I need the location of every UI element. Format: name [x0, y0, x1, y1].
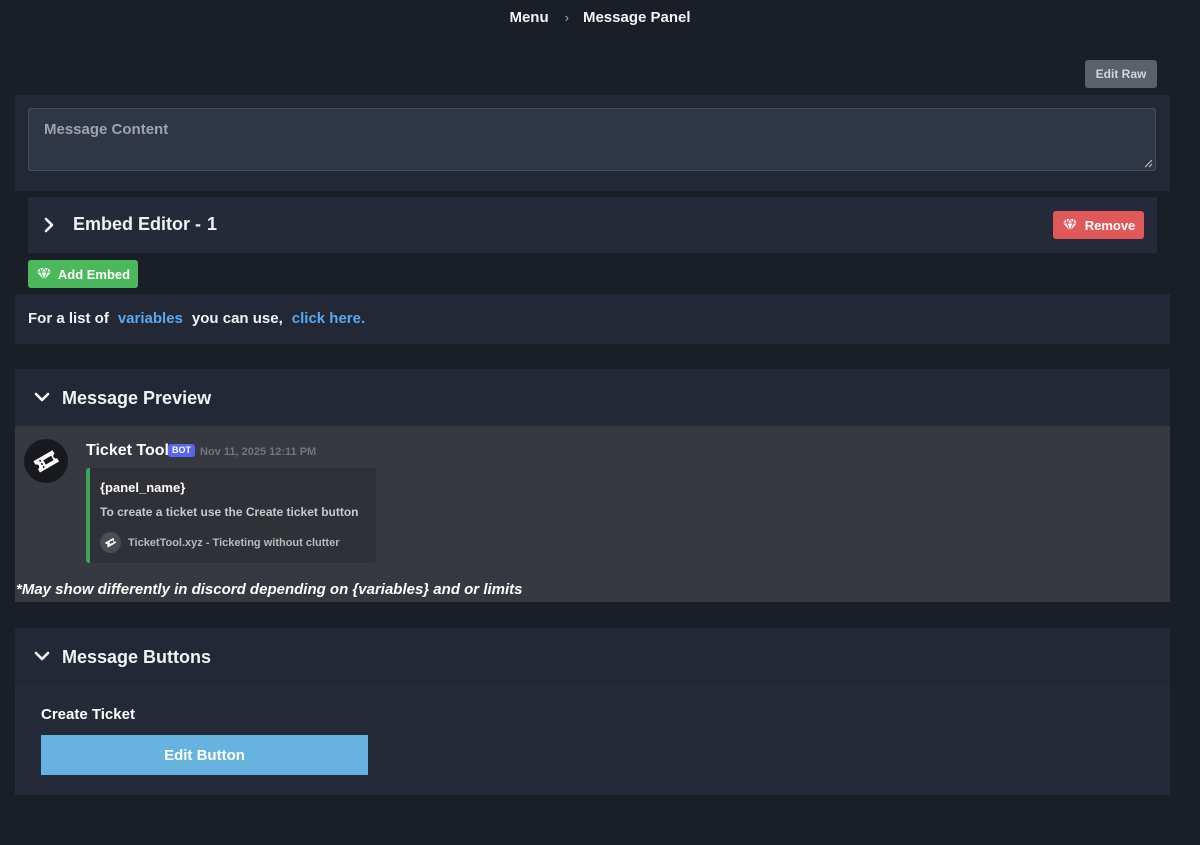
bot-tag: BOT	[168, 444, 195, 457]
remove-embed-button[interactable]: Remove	[1053, 211, 1144, 239]
breadcrumb: Menu › Message Panel	[0, 9, 1200, 26]
chevron-right-icon[interactable]	[42, 217, 56, 233]
click-here-link[interactable]: click here.	[292, 310, 365, 327]
preview-disclaimer: *May show differently in discord dependi…	[16, 581, 523, 598]
variables-prefix: For a list of	[28, 310, 109, 327]
avatar	[24, 439, 68, 483]
message-content-placeholder: Message Content	[44, 121, 169, 138]
embed-preview-description: To create a ticket use the Create ticket…	[100, 505, 359, 519]
button-name-label: Create Ticket	[41, 706, 135, 723]
remove-embed-label: Remove	[1084, 217, 1136, 233]
message-preview-title: Message Preview	[62, 388, 212, 408]
ticket-icon	[33, 450, 60, 473]
chevron-down-icon[interactable]	[34, 391, 50, 403]
edit-button-button[interactable]: Edit Button	[41, 735, 368, 775]
embed-editor-label: Embed Editor -	[73, 214, 202, 234]
message-timestamp: Nov 11, 2025 12:11 PM	[200, 446, 317, 458]
message-buttons-header[interactable]: Message Buttons	[15, 628, 1170, 685]
variables-middle: you can use,	[191, 310, 283, 327]
ticket-icon	[100, 532, 121, 553]
embed-editor-index: 1	[207, 214, 218, 234]
chevron-down-icon[interactable]	[34, 650, 50, 662]
gem-icon	[36, 267, 51, 281]
variables-info-panel: For a list of variables you can use, click …	[15, 294, 1170, 344]
bot-name: Ticket Tool	[86, 442, 169, 459]
breadcrumb-current: Message Panel	[582, 9, 691, 26]
embed-editor-panel: Embed Editor -1 Remove	[28, 197, 1157, 253]
embed-preview-title: {panel_name}	[100, 480, 186, 495]
message-content-panel: Message Content	[15, 95, 1170, 191]
embed-preview-card: {panel_name} To create a ticket use the …	[86, 468, 376, 563]
variables-link[interactable]: variables	[118, 310, 183, 327]
gem-icon	[1062, 218, 1077, 232]
message-preview-header[interactable]: Message Preview	[15, 369, 1170, 426]
message-content-input[interactable]: Message Content	[28, 108, 1156, 171]
breadcrumb-separator: ›	[564, 10, 569, 25]
message-preview-body: Ticket Tool BOT Nov 11, 2025 12:11 PM {p…	[15, 426, 1170, 602]
breadcrumb-menu[interactable]: Menu	[509, 9, 548, 26]
add-embed-label: Add Embed	[57, 266, 131, 282]
edit-raw-button[interactable]: Edit Raw	[1085, 60, 1157, 88]
resize-icon[interactable]	[1143, 158, 1153, 168]
add-embed-button[interactable]: Add Embed	[28, 260, 138, 288]
embed-preview-footer: TicketTool.xyz - Ticketing without clutt…	[128, 537, 340, 549]
message-buttons-title: Message Buttons	[62, 647, 212, 667]
variables-info-text: For a list of variables you can use, click …	[28, 310, 365, 327]
message-buttons-body: Create Ticket Edit Button	[15, 685, 1170, 795]
embed-editor-title[interactable]: Embed Editor -1	[73, 214, 217, 235]
